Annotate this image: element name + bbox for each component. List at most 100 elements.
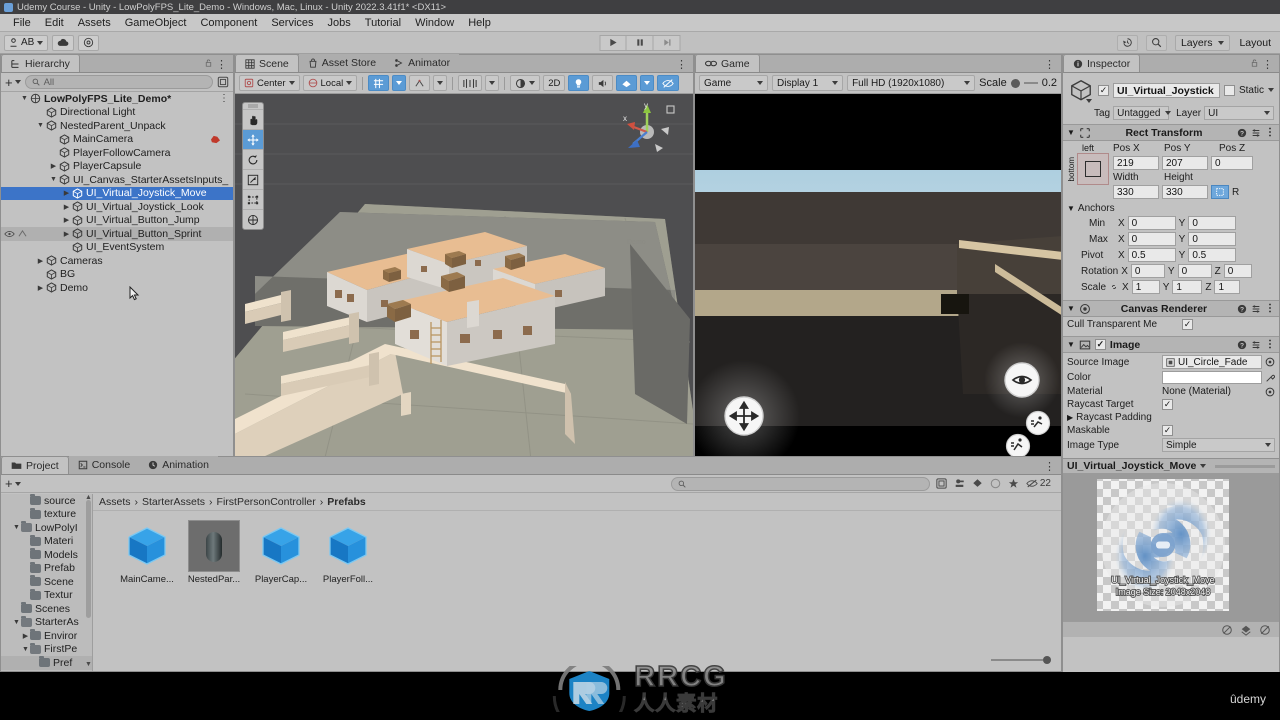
menu-item-file[interactable]: File: [6, 14, 38, 32]
transform-tool-button[interactable]: [243, 209, 263, 229]
game-mode-dropdown[interactable]: Game: [699, 75, 769, 91]
scene-viewport[interactable]: Demo x y: [235, 94, 693, 503]
link-icon[interactable]: [1109, 283, 1119, 291]
project-folder-texture[interactable]: texture: [1, 507, 92, 522]
color-swatch[interactable]: [1162, 371, 1262, 384]
rect-tool-button[interactable]: [243, 189, 263, 209]
raycast-target-checkbox[interactable]: ✓: [1162, 399, 1173, 410]
scene-camera-dropdown[interactable]: [485, 75, 500, 91]
blueprint-mode-button[interactable]: [1211, 185, 1229, 199]
anchor-max-x-input[interactable]: 0: [1127, 232, 1176, 246]
visibility-toggle-icon[interactable]: [4, 229, 27, 238]
filter-type-icon[interactable]: [954, 478, 965, 489]
twisty-right-icon[interactable]: ▶: [48, 162, 59, 170]
eyedropper-icon[interactable]: [1265, 373, 1275, 383]
preview-rgb-icon[interactable]: [1221, 624, 1233, 636]
project-folder-scene[interactable]: Scene: [1, 575, 92, 589]
preview-m-icon[interactable]: [1259, 624, 1271, 636]
tab-project[interactable]: Project: [1, 456, 69, 474]
tab-console[interactable]: Console: [68, 456, 140, 474]
hierarchy-item-directional-light[interactable]: Directional Light: [1, 106, 233, 120]
hierarchy-item-demo[interactable]: ▶ Demo: [1, 281, 233, 295]
project-add-button[interactable]: +: [5, 476, 21, 491]
pos-y-input[interactable]: 207: [1162, 156, 1208, 170]
snap-increment-dropdown[interactable]: [433, 75, 448, 91]
twisty-down-icon[interactable]: ▼: [35, 122, 46, 129]
grid-snapping-button[interactable]: [368, 75, 390, 91]
cloud-button[interactable]: [52, 34, 75, 51]
tab-animator[interactable]: Animator: [385, 54, 460, 72]
game-display-dropdown[interactable]: Display 1: [772, 75, 844, 91]
editor-settings-button[interactable]: [78, 34, 100, 51]
shading-mode-button[interactable]: [510, 75, 541, 91]
anchor-preset-button[interactable]: [1077, 153, 1109, 185]
chevron-down-icon[interactable]: [1086, 99, 1092, 103]
component-menu-button[interactable]: ⋮: [1265, 339, 1275, 350]
help-icon[interactable]: ?: [1237, 304, 1247, 314]
gameobject-enabled-checkbox[interactable]: ✓: [1098, 84, 1109, 96]
play-button[interactable]: [599, 34, 627, 51]
anchors-row[interactable]: ▼ Anchors: [1067, 203, 1275, 214]
twisty-right-icon[interactable]: ▶: [35, 284, 46, 292]
slider-knob[interactable]: [1010, 78, 1020, 88]
hierarchy-root-row[interactable]: ▼ LowPolyFPS_Lite_Demo* ⋮: [1, 92, 233, 106]
toggle-2d-button[interactable]: 2D: [543, 75, 566, 91]
scale-tool-button[interactable]: [243, 169, 263, 189]
scene-orientation-gizmo[interactable]: x y: [611, 98, 681, 160]
hierarchy-search-input[interactable]: All: [24, 75, 213, 89]
menu-item-tutorial[interactable]: Tutorial: [358, 14, 408, 32]
width-input[interactable]: 330: [1113, 185, 1159, 199]
scene-lighting-button[interactable]: [568, 75, 590, 91]
twisty-down-icon[interactable]: ▼: [1067, 128, 1075, 137]
asset-item[interactable]: NestedPar...: [182, 520, 246, 585]
object-picker-icon[interactable]: [1265, 357, 1275, 367]
twisty-down-icon[interactable]: ▼: [19, 95, 30, 102]
anchor-max-y-input[interactable]: 0: [1188, 232, 1237, 246]
twisty-down-icon[interactable]: ▼: [1067, 204, 1075, 213]
help-icon[interactable]: ?: [1237, 340, 1247, 350]
menu-item-component[interactable]: Component: [193, 14, 264, 32]
project-folder-firstpe[interactable]: ▼ FirstPe: [1, 642, 92, 657]
menu-item-assets[interactable]: Assets: [71, 14, 118, 32]
preview-resize-handle[interactable]: [1215, 464, 1275, 468]
scroll-up-arrow-icon[interactable]: ▲: [85, 494, 92, 502]
tab-hierarchy[interactable]: Hierarchy: [1, 54, 80, 72]
project-folder-textur[interactable]: Textur: [1, 588, 92, 603]
favorites-star-icon[interactable]: [1008, 478, 1019, 489]
scene-view-camera-button[interactable]: [458, 75, 483, 91]
project-folder-starteras[interactable]: ▼ StarterAs: [1, 615, 92, 630]
pause-button[interactable]: [626, 34, 654, 51]
grid-snapping-dropdown[interactable]: [392, 75, 407, 91]
tab-asset-store[interactable]: Asset Store: [298, 54, 386, 72]
asset-item[interactable]: PlayerCap...: [249, 521, 313, 585]
rotation-z-input[interactable]: 0: [1223, 264, 1252, 278]
asset-item[interactable]: MainCame...: [115, 521, 179, 585]
twisty-right-icon[interactable]: ▶: [61, 189, 72, 197]
hierarchy-filter-icon[interactable]: [217, 76, 229, 88]
hierarchy-item-ui-virtual-button-sprint[interactable]: ▶ UI_Virtual_Button_Sprint: [1, 227, 233, 241]
layout-dropdown[interactable]: Layout: [1234, 35, 1276, 51]
tag-dropdown[interactable]: Untagged: [1113, 106, 1171, 120]
project-folder-prefab[interactable]: Prefab: [1, 561, 92, 576]
image-component-header[interactable]: ▼ ✓ Image ? ⋮: [1063, 336, 1279, 353]
twisty-right-icon[interactable]: ▶: [21, 632, 30, 640]
tab-scene[interactable]: Scene: [235, 54, 299, 72]
anchor-min-x-input[interactable]: 0: [1127, 216, 1176, 230]
layer-dropdown[interactable]: UI: [1204, 106, 1274, 120]
slider-knob[interactable]: [1043, 656, 1051, 664]
maskable-checkbox[interactable]: ✓: [1162, 425, 1173, 436]
pivot-y-input[interactable]: 0.5: [1188, 248, 1237, 262]
hierarchy-item-nestedparent-unpack[interactable]: ▼ NestedParent_Unpack: [1, 119, 233, 133]
game-viewport[interactable]: [695, 94, 1061, 503]
project-folder-pref[interactable]: Pref: [1, 656, 92, 670]
project-folder-materi[interactable]: Materi: [1, 534, 92, 549]
chevron-down-icon[interactable]: [1268, 88, 1274, 92]
twisty-right-icon[interactable]: ▶: [61, 230, 72, 238]
hierarchy-item-ui-canvas-starterassetsinputs[interactable]: ▼ UI_Canvas_StarterAssetsInputs_: [1, 173, 233, 187]
hidden-assets-counter[interactable]: 22: [1026, 478, 1051, 489]
tab-inspector[interactable]: Inspector: [1063, 54, 1141, 72]
canvas-renderer-header[interactable]: ▼ Canvas Renderer ? ⋮: [1063, 300, 1279, 317]
snap-increment-button[interactable]: [409, 75, 431, 91]
undo-history-button[interactable]: [1116, 34, 1138, 51]
hierarchy-item-playerfollowcamera[interactable]: PlayerFollowCamera: [1, 146, 233, 160]
